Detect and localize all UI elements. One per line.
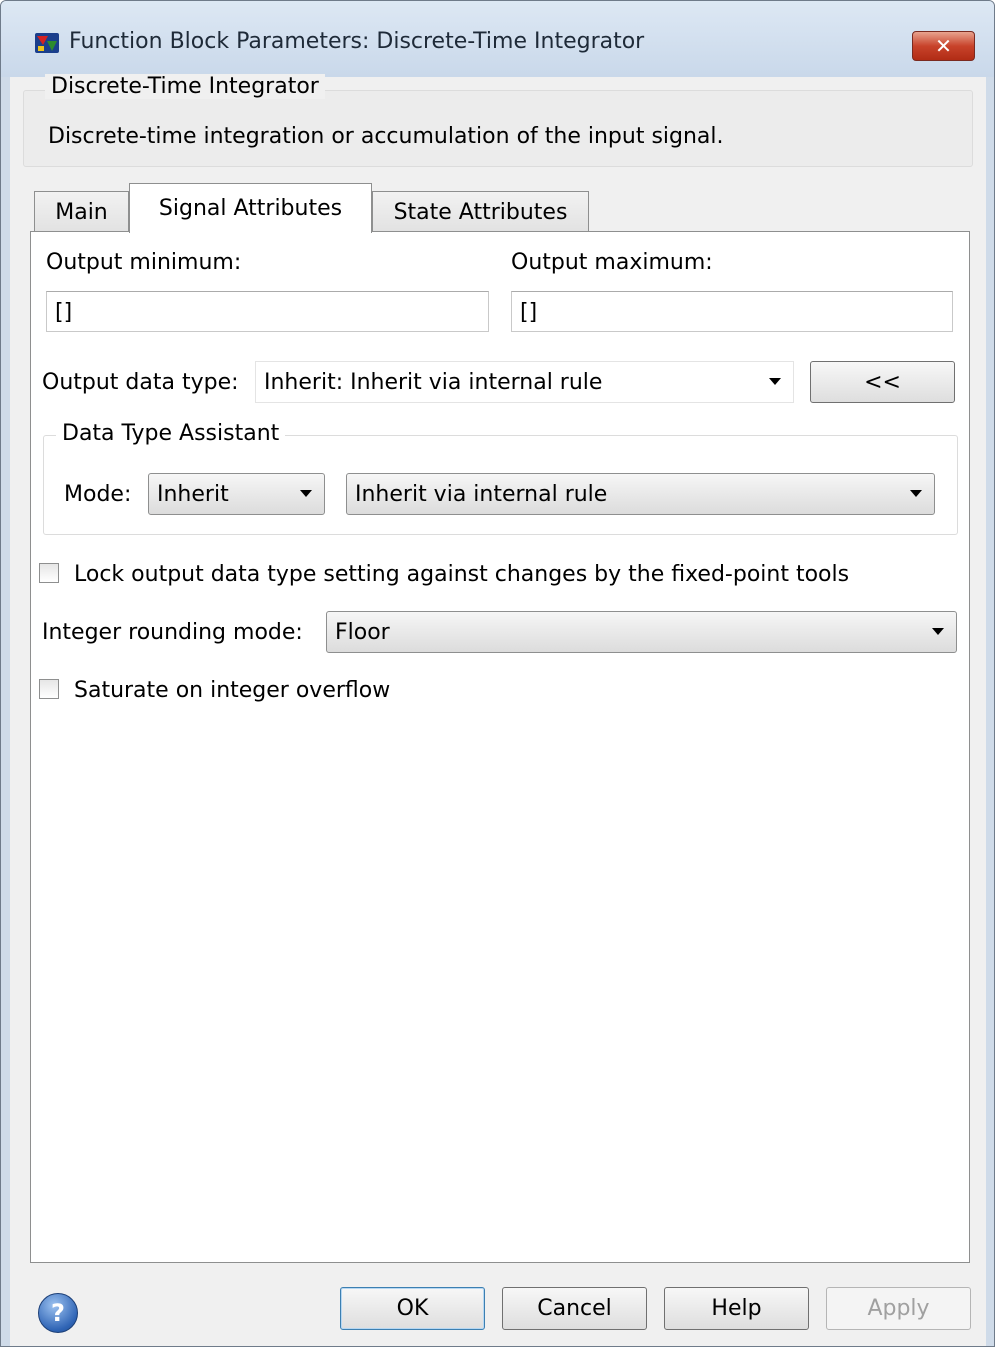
help-question-icon[interactable]: ? [38, 1293, 78, 1333]
output-data-type-label: Output data type: [42, 370, 239, 395]
integer-rounding-mode-label: Integer rounding mode: [42, 620, 303, 645]
output-minimum-field[interactable]: [] [46, 291, 489, 332]
ok-button[interactable]: OK [340, 1287, 485, 1330]
mode-label: Mode: [64, 482, 132, 507]
simulink-block-icon [35, 33, 59, 53]
inherit-rule-select[interactable]: Inherit via internal rule [346, 473, 935, 515]
output-data-type-select[interactable]: Inherit: Inherit via internal rule [255, 361, 794, 403]
mode-select[interactable]: Inherit [148, 473, 325, 515]
lock-data-type-checkbox[interactable] [39, 563, 59, 583]
output-minimum-label: Output minimum: [46, 250, 242, 275]
lock-data-type-label: Lock output data type setting against ch… [74, 562, 850, 587]
tab-signal-attributes[interactable]: Signal Attributes [129, 183, 372, 233]
output-maximum-label: Output maximum: [511, 250, 713, 275]
data-type-assistant-toggle-button[interactable]: << [810, 361, 955, 403]
integer-rounding-mode-value: Floor [335, 619, 390, 645]
inherit-rule-value: Inherit via internal rule [355, 481, 608, 507]
apply-button[interactable]: Apply [826, 1287, 971, 1330]
help-button[interactable]: Help [664, 1287, 809, 1330]
tab-state-attributes[interactable]: State Attributes [372, 191, 589, 232]
data-type-assistant-label: Data Type Assistant [56, 421, 286, 446]
cancel-button[interactable]: Cancel [502, 1287, 647, 1330]
close-button[interactable]: ✕ [912, 31, 975, 61]
output-maximum-field[interactable]: [] [511, 291, 953, 332]
description-group-label: Discrete-Time Integrator [45, 74, 325, 99]
dropdown-arrow-icon [910, 490, 922, 497]
tab-main[interactable]: Main [34, 191, 129, 232]
saturate-overflow-checkbox[interactable] [39, 679, 59, 699]
dialog-window: Function Block Parameters: Discrete-Time… [0, 0, 995, 1347]
integer-rounding-mode-select[interactable]: Floor [326, 611, 957, 653]
saturate-overflow-label: Saturate on integer overflow [74, 678, 391, 703]
dropdown-arrow-icon [300, 490, 312, 497]
mode-value: Inherit [157, 481, 229, 507]
dropdown-arrow-icon [932, 628, 944, 635]
title-bar[interactable]: Function Block Parameters: Discrete-Time… [1, 1, 994, 77]
dropdown-arrow-icon [769, 378, 781, 385]
output-data-type-value: Inherit: Inherit via internal rule [264, 369, 603, 395]
description-text: Discrete-time integration or accumulatio… [48, 124, 724, 149]
window-title: Function Block Parameters: Discrete-Time… [69, 29, 645, 54]
close-icon: ✕ [935, 34, 952, 58]
